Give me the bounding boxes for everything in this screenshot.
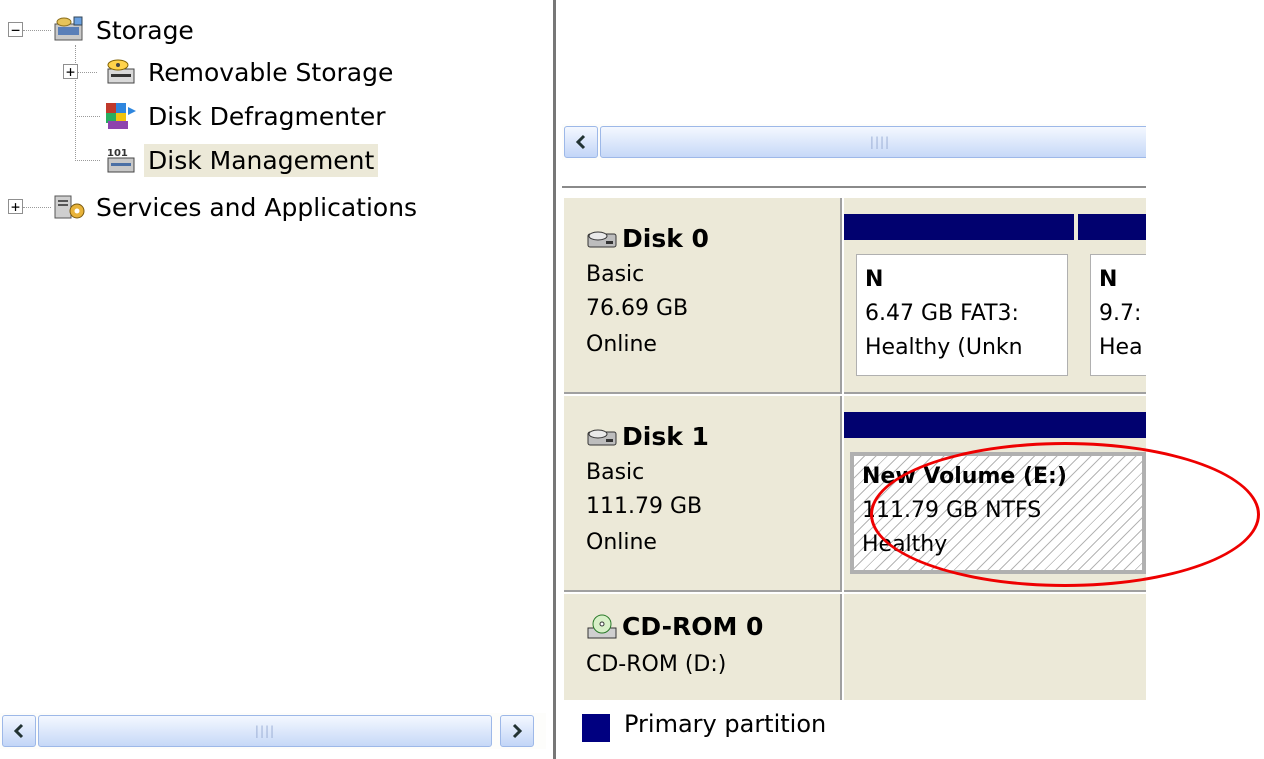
tree-connector — [23, 207, 51, 208]
disk-name-label: Disk 1 — [622, 422, 709, 451]
partition-status: Healthy (Unkn — [865, 335, 1023, 360]
scroll-thumb[interactable]: |||| — [38, 715, 492, 747]
primary-partition-bar — [844, 412, 1146, 438]
tree-item-services-applications[interactable]: Services and Applications — [52, 187, 421, 227]
partition-block[interactable]: N 6.47 GB FAT3: Healthy (Unkn — [844, 214, 1074, 386]
chevron-left-icon — [13, 723, 24, 739]
disk-type: CD-ROM (D:) — [586, 652, 727, 677]
tree-item-removable-storage[interactable]: Removable Storage — [104, 52, 397, 92]
disk-row-cdrom-0[interactable]: CD-ROM 0 CD-ROM (D:) — [562, 594, 1146, 704]
partition-label: N — [1099, 267, 1118, 292]
partition-size: 6.47 GB FAT3: — [865, 301, 1019, 326]
tree-item-storage[interactable]: Storage — [52, 10, 198, 50]
chevron-left-icon — [575, 134, 586, 150]
primary-partition-bar — [844, 214, 1074, 240]
collapse-storage-toggle[interactable]: − — [8, 22, 23, 38]
cd-rom-icon — [587, 614, 617, 638]
scroll-left-button[interactable] — [564, 126, 598, 158]
disk-partitions: N 6.47 GB FAT3: Healthy (Unkn N 9.7: Hea — [844, 198, 1146, 394]
tree-horizontal-scrollbar[interactable]: |||| — [0, 713, 546, 749]
disk-name: Disk 0 — [586, 224, 709, 253]
scroll-right-button[interactable] — [500, 715, 534, 747]
expand-removable-storage-toggle[interactable]: + — [63, 64, 78, 80]
tree-item-label: Services and Applications — [96, 192, 418, 222]
tree-connector — [75, 116, 100, 117]
tree-connector — [23, 30, 51, 31]
tree-connector — [75, 45, 76, 161]
disk-management-pane: |||| Disk 0 Basic 76.69 GB Online N 6.47… — [562, 0, 1146, 759]
services-applications-icon — [54, 195, 85, 219]
disk-name-label: Disk 0 — [622, 224, 709, 253]
hard-disk-icon — [587, 429, 617, 445]
partition-details: N 6.47 GB FAT3: Healthy (Unkn — [856, 254, 1068, 376]
primary-partition-bar — [1078, 214, 1146, 240]
storage-icon — [54, 16, 83, 41]
partition-label: N — [865, 267, 884, 292]
scroll-left-button[interactable] — [2, 715, 36, 747]
disk-management-icon: 101 — [107, 148, 135, 173]
tree-item-label: Disk Defragmenter — [148, 101, 386, 131]
disk-name: CD-ROM 0 — [586, 612, 763, 641]
disk-status: Online — [586, 530, 657, 555]
primary-partition-swatch — [582, 714, 610, 742]
tree-item-label: Storage — [96, 15, 194, 45]
disk-size: 111.79 GB — [586, 494, 703, 519]
tree-item-disk-defragmenter[interactable]: Disk Defragmenter — [104, 96, 390, 136]
hard-disk-icon — [587, 231, 617, 247]
tree-connector — [75, 160, 100, 161]
disk-defragmenter-icon — [106, 103, 136, 129]
disk-info-panel[interactable]: Disk 0 Basic 76.69 GB Online — [564, 198, 842, 394]
disk-size: 76.69 GB — [586, 296, 689, 321]
tree-item-label: Removable Storage — [148, 57, 394, 87]
disk-name-label: CD-ROM 0 — [622, 612, 764, 641]
disk-partitions — [844, 594, 1146, 704]
partition-details: N 9.7: Hea — [1090, 254, 1146, 376]
svg-text:101: 101 — [107, 148, 128, 159]
disk-name: Disk 1 — [586, 422, 709, 451]
tree-item-label: Disk Management — [144, 143, 379, 177]
console-tree: − Storage + Removable Storage Disk Defra… — [0, 0, 548, 759]
disk-info-panel[interactable]: CD-ROM 0 CD-ROM (D:) — [564, 594, 842, 704]
legend-label: Primary partition — [624, 710, 827, 738]
pane-splitter[interactable] — [548, 0, 562, 759]
partition-status: Hea — [1099, 335, 1143, 360]
volume-list-horizontal-scrollbar[interactable]: |||| — [562, 124, 1146, 160]
disk-status: Online — [586, 332, 657, 357]
partition-size: 9.7: — [1099, 301, 1142, 326]
scroll-thumb[interactable]: |||| — [600, 126, 1146, 158]
disk-row-disk-0[interactable]: Disk 0 Basic 76.69 GB Online N 6.47 GB F… — [562, 198, 1146, 394]
red-highlight-circle — [870, 442, 1260, 587]
partition-block[interactable]: N 9.7: Hea — [1078, 214, 1146, 386]
disk-info-panel[interactable]: Disk 1 Basic 111.79 GB Online — [564, 396, 842, 592]
chevron-right-icon — [512, 723, 523, 739]
removable-storage-icon — [107, 59, 135, 84]
tree-connector — [75, 72, 97, 73]
disk-type: Basic — [586, 262, 645, 287]
expand-services-toggle[interactable]: + — [8, 199, 23, 215]
disk-type: Basic — [586, 460, 645, 485]
legend: Primary partition — [562, 700, 1146, 750]
tree-item-disk-management[interactable]: 101 Disk Management — [104, 140, 379, 180]
